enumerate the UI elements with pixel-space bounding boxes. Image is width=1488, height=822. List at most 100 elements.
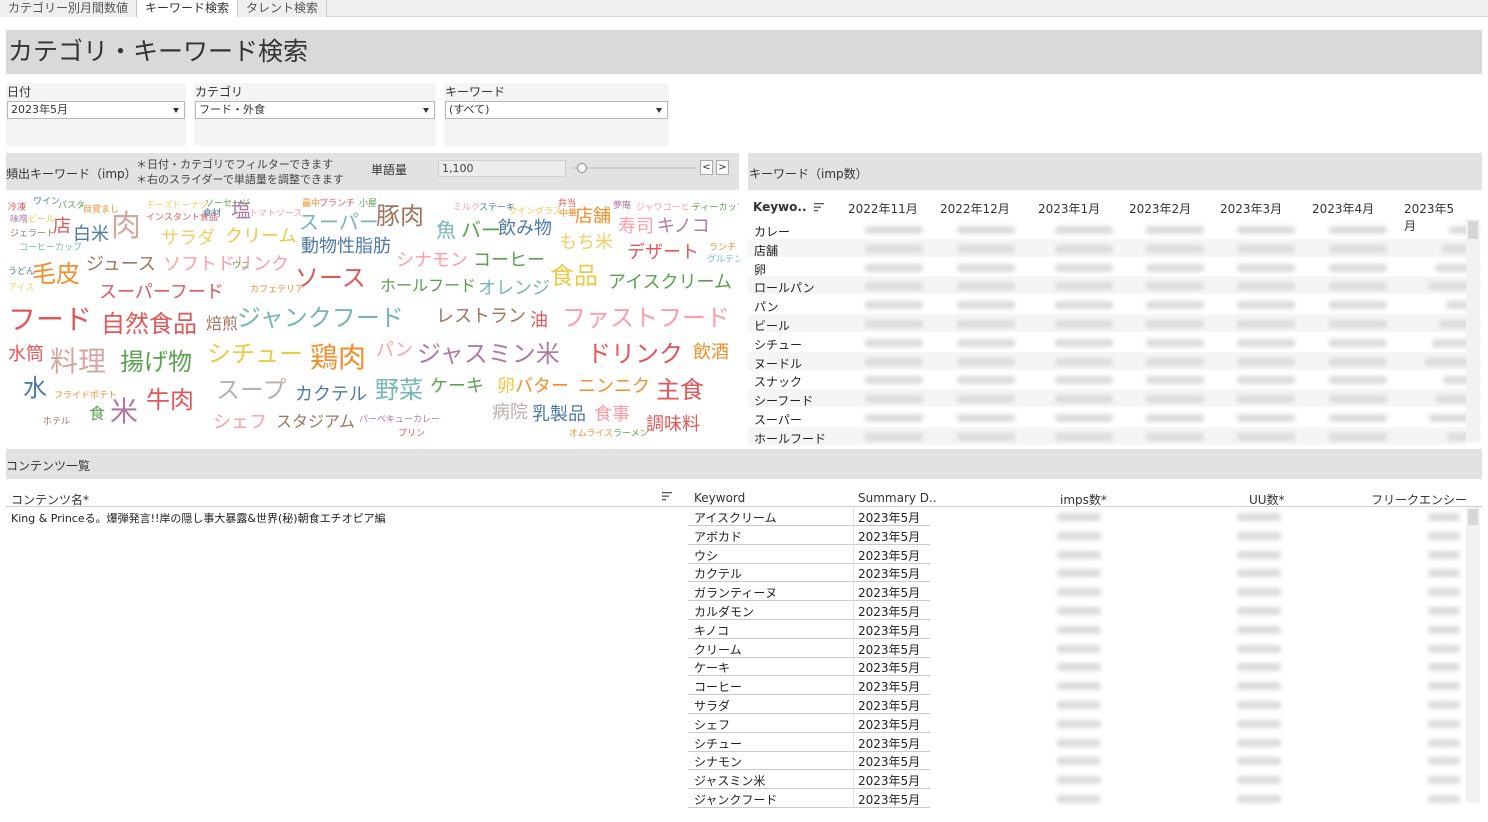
cloud-word[interactable]: 水筒	[8, 346, 44, 364]
cloud-word[interactable]: ケーキ	[430, 378, 484, 396]
cloud-word[interactable]: 病院	[492, 404, 528, 422]
keyword-table-scrollbar[interactable]	[1466, 219, 1480, 441]
cloud-word[interactable]: 飲み物	[498, 220, 552, 238]
cloud-word[interactable]: ジェラート	[10, 230, 55, 239]
cloud-word[interactable]: ジュース	[86, 256, 156, 274]
content-list-row[interactable]: ケーキ 2023年5月	[688, 657, 930, 677]
cloud-word[interactable]: グルテン	[707, 256, 739, 265]
scrollbar-thumb[interactable]	[1468, 509, 1478, 525]
cloud-word[interactable]: 味噌	[10, 216, 28, 225]
content-list-row[interactable]: ジャスミン米 2023年5月	[688, 770, 930, 790]
cloud-word[interactable]: プリン	[398, 430, 425, 439]
content-list-row[interactable]: サラダ 2023年5月	[688, 695, 930, 714]
slider-prev-button[interactable]: <	[700, 160, 713, 175]
cloud-word[interactable]: スーパーフード	[99, 284, 224, 302]
cloud-word[interactable]: 食材	[203, 210, 221, 219]
cloud-word[interactable]: ラーメン	[613, 430, 649, 439]
tab-talent-search[interactable]: タレント検索	[238, 0, 328, 17]
cloud-word[interactable]: 寿司	[618, 218, 654, 236]
cloud-word[interactable]: 動物性脂肪	[301, 238, 391, 256]
cloud-word[interactable]: チーズドーナツ	[146, 202, 209, 211]
cloud-word[interactable]: ソーセージ	[205, 200, 250, 209]
cloud-word[interactable]: 調味料	[646, 416, 700, 434]
cloud-word[interactable]: ニンニク	[578, 378, 650, 396]
cloud-word[interactable]: パーベキューカレー	[359, 416, 440, 425]
cloud-word[interactable]: スープ	[216, 378, 287, 402]
cloud-word[interactable]: ホテル	[43, 418, 70, 427]
cloud-word[interactable]: ティーカップ	[692, 204, 739, 213]
content-list-row[interactable]: シチュー 2023年5月	[688, 732, 930, 752]
cloud-word[interactable]: 店	[53, 218, 71, 236]
cloud-word[interactable]: アイス	[8, 284, 34, 293]
cloud-word[interactable]: 牛肉	[146, 388, 194, 412]
cloud-word[interactable]: シナモン	[396, 252, 468, 270]
cloud-word[interactable]: ウニ	[232, 262, 250, 271]
keyword-row-label[interactable]: ヌードル	[754, 355, 802, 372]
cloud-word[interactable]: ジャワコーヒー	[636, 204, 699, 213]
cloud-word[interactable]: バー	[461, 220, 501, 240]
cloud-word[interactable]: ブランチ	[319, 200, 355, 209]
cloud-word[interactable]: 水	[23, 376, 47, 400]
cloud-word[interactable]: キノコ	[657, 218, 710, 236]
cloud-word[interactable]: 店舗	[575, 208, 611, 226]
month-column-header[interactable]: 2023年3月	[1220, 200, 1282, 217]
cloud-word[interactable]: コーヒー	[473, 252, 545, 270]
cloud-word[interactable]: ジャンクフード	[237, 306, 404, 330]
cloud-word[interactable]: ソフトドリンク	[163, 256, 289, 274]
cloud-word[interactable]: 小屋	[359, 200, 377, 209]
cloud-word[interactable]: 焙煎	[206, 316, 238, 332]
month-column-header[interactable]: 2023年1月	[1038, 200, 1100, 217]
word-count-slider-track[interactable]	[570, 167, 696, 169]
cloud-word[interactable]: コーヒーカップ	[19, 244, 82, 253]
content-list-row[interactable]: シナモン 2023年5月	[688, 751, 930, 771]
slider-next-button[interactable]: >	[716, 160, 729, 175]
cloud-word[interactable]: カクテル	[295, 386, 367, 404]
cloud-word[interactable]: シチュー	[207, 342, 303, 366]
cloud-word[interactable]: 揚げ物	[120, 350, 192, 374]
category-select[interactable]: フード・外食	[195, 101, 435, 119]
cloud-word[interactable]: ジャスミン米	[417, 342, 560, 366]
content-list-row[interactable]: コーヒー 2023年5月	[688, 676, 930, 696]
cloud-word[interactable]: バター	[515, 378, 569, 396]
cloud-word[interactable]: ランチ	[709, 244, 736, 253]
cloud-word[interactable]: ビール	[28, 216, 55, 225]
keyword-row-label[interactable]: 卵	[754, 261, 766, 278]
keyword-row-label[interactable]: スナック	[754, 373, 802, 390]
month-column-header[interactable]: 2023年2月	[1129, 200, 1191, 217]
content-name-cell[interactable]: King & Princeる。爆弾発言!!岸の隠し事大暴露&世界(秘)朝食エチオ…	[11, 510, 386, 526]
cloud-word[interactable]: パスタ	[58, 202, 85, 211]
cloud-word[interactable]: 卵	[497, 378, 515, 396]
keyword-column-header[interactable]: Keywo..	[753, 200, 824, 215]
cloud-word[interactable]: ソース	[295, 266, 366, 290]
cloud-word[interactable]: オレンジ	[478, 280, 550, 298]
cloud-word[interactable]: ワイン	[33, 198, 60, 207]
cloud-word[interactable]: ホールフード	[380, 278, 476, 294]
tab-category-monthly[interactable]: カテゴリー別月間数値	[0, 0, 138, 17]
cloud-word[interactable]: もち米	[559, 234, 613, 252]
scrollbar-thumb[interactable]	[1468, 221, 1478, 239]
keyword-select[interactable]: (すべて)	[445, 101, 668, 119]
word-count-slider-thumb[interactable]	[577, 163, 587, 173]
cloud-word[interactable]: 夢庵	[613, 202, 631, 211]
cloud-word[interactable]: シェフ	[213, 414, 267, 432]
cloud-word[interactable]: 自然食品	[101, 312, 197, 336]
keyword-row-label[interactable]: ホールフード	[754, 430, 826, 447]
cloud-word[interactable]: うどん	[8, 268, 35, 277]
keyword-row-label[interactable]: シチュー	[754, 336, 802, 353]
cloud-word[interactable]: 肉	[111, 212, 141, 242]
content-list-row[interactable]: シェフ 2023年5月	[688, 713, 930, 733]
keyword-row-label[interactable]: シーフード	[754, 392, 813, 409]
month-column-header[interactable]: 2023年4月	[1312, 200, 1374, 217]
cloud-word[interactable]: 最中	[302, 200, 320, 209]
cloud-word[interactable]: ファストフード	[562, 306, 730, 330]
summary-date-column-header[interactable]: Summary D..	[858, 491, 937, 505]
content-list-row[interactable]: ガランティーヌ 2023年5月	[688, 582, 930, 602]
sort-icon[interactable]	[662, 490, 672, 504]
cloud-word[interactable]: アイスクリーム	[608, 274, 732, 292]
cloud-word[interactable]: サラダ	[161, 230, 215, 248]
keyword-row-label[interactable]: ロールパン	[754, 279, 815, 296]
keyword-row-label[interactable]: ビール	[754, 317, 790, 334]
cloud-word[interactable]: フード	[8, 306, 92, 334]
cloud-word[interactable]: 鶏肉	[310, 344, 366, 372]
cloud-word[interactable]: デザート	[627, 244, 699, 262]
